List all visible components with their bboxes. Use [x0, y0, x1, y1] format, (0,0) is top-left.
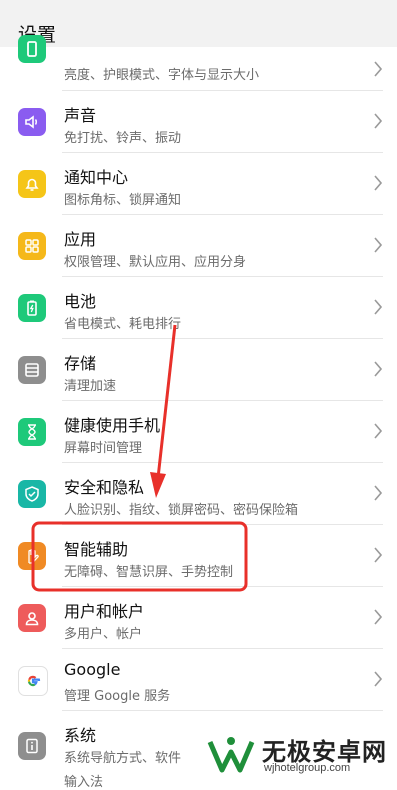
settings-item-subtitle: 免打扰、铃声、振动	[64, 131, 182, 146]
settings-item-label: 存储	[64, 354, 97, 373]
watermark-url: wjhotelgroup.com	[264, 762, 351, 774]
speaker-icon	[18, 108, 46, 136]
settings-item-subtitle: 图标角标、锁屏通知	[64, 193, 182, 208]
chevron-right-icon	[373, 547, 383, 563]
settings-item-subtitle: 权限管理、默认应用、应用分身	[64, 255, 247, 270]
bell-icon	[18, 170, 46, 198]
battery-icon	[18, 294, 46, 322]
shield-icon	[18, 480, 46, 508]
settings-item-label: 电池	[64, 292, 97, 311]
settings-item-smart-assistance[interactable]: 智能辅助 无障碍、智慧识屏、手势控制	[0, 525, 397, 587]
settings-item-label: 健康使用手机	[64, 416, 161, 435]
chevron-right-icon	[373, 485, 383, 501]
apps-grid-icon	[18, 232, 46, 260]
settings-item-subtitle: 无障碍、智慧识屏、手势控制	[64, 565, 234, 580]
storage-icon	[18, 356, 46, 384]
settings-item-battery[interactable]: 电池 省电模式、耗电排行	[0, 277, 397, 339]
settings-item-google[interactable]: Google 管理 Google 服务	[0, 649, 397, 711]
watermark: 无极安卓网 wjhotelgroup.com	[204, 728, 389, 780]
settings-item-subtitle: 系统导航方式、软件	[64, 751, 182, 766]
settings-item-label: 系统	[64, 726, 97, 745]
settings-item-label: 声音	[64, 106, 97, 125]
google-icon	[18, 666, 48, 696]
settings-item-apps[interactable]: 应用 权限管理、默认应用、应用分身	[0, 215, 397, 277]
settings-item-subtitle: 省电模式、耗电排行	[64, 317, 182, 332]
settings-item-subtitle: 亮度、护眼模式、字体与显示大小	[64, 68, 260, 83]
settings-item-users[interactable]: 用户和帐户 多用户、帐户	[0, 587, 397, 649]
settings-item-subtitle-line2: 输入法	[64, 775, 104, 790]
settings-item-subtitle: 多用户、帐户	[64, 627, 143, 642]
settings-item-subtitle: 清理加速	[64, 379, 117, 394]
settings-item-label: 用户和帐户	[64, 602, 145, 621]
user-icon	[18, 604, 46, 632]
hourglass-icon	[18, 418, 46, 446]
settings-item-label: 安全和隐私	[64, 478, 145, 497]
settings-item-subtitle: 屏幕时间管理	[64, 441, 143, 456]
chevron-right-icon	[373, 299, 383, 315]
settings-item-digital-balance[interactable]: 健康使用手机 屏幕时间管理	[0, 401, 397, 463]
settings-item-label: 应用	[64, 230, 97, 249]
settings-item-sound[interactable]: 声音 免打扰、铃声、振动	[0, 91, 397, 153]
settings-item-subtitle: 人脸识别、指纹、锁屏密码、密码保险箱	[64, 503, 299, 518]
info-icon	[18, 732, 46, 760]
settings-item-label: Google	[64, 660, 121, 679]
chevron-right-icon	[373, 175, 383, 191]
settings-item-display[interactable]: 亮度、护眼模式、字体与显示大小	[0, 35, 397, 91]
display-icon	[18, 35, 46, 63]
settings-item-security[interactable]: 安全和隐私 人脸识别、指纹、锁屏密码、密码保险箱	[0, 463, 397, 525]
settings-item-label: 通知中心	[64, 168, 129, 187]
settings-item-notifications[interactable]: 通知中心 图标角标、锁屏通知	[0, 153, 397, 215]
settings-item-subtitle: 管理 Google 服务	[64, 689, 171, 704]
chevron-right-icon	[373, 361, 383, 377]
chevron-right-icon	[373, 609, 383, 625]
settings-item-label: 智能辅助	[64, 540, 129, 559]
settings-item-storage[interactable]: 存储 清理加速	[0, 339, 397, 401]
chevron-right-icon	[373, 671, 383, 687]
hand-icon	[18, 542, 46, 570]
chevron-right-icon	[373, 237, 383, 253]
chevron-right-icon	[373, 113, 383, 129]
chevron-right-icon	[373, 61, 383, 77]
watermark-logo-icon	[207, 737, 255, 773]
chevron-right-icon	[373, 423, 383, 439]
